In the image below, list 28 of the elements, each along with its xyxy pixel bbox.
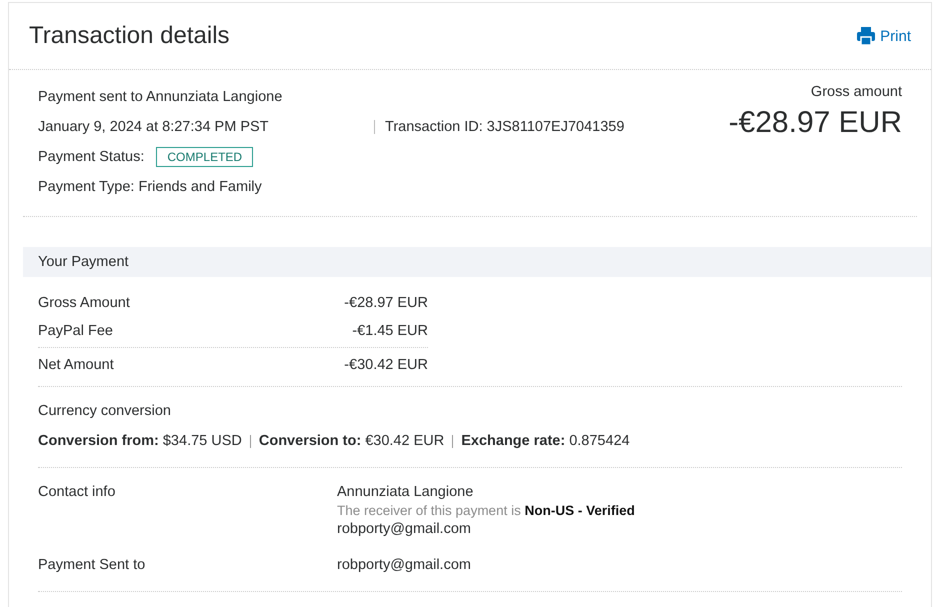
amount-value: -€30.42 EUR bbox=[344, 357, 428, 373]
amount-label: Net Amount bbox=[38, 357, 114, 373]
conversion-heading: Currency conversion bbox=[38, 403, 172, 419]
amount-value: -€1.45 EUR bbox=[352, 323, 428, 339]
amount-label: Gross Amount bbox=[38, 295, 130, 311]
receiver-note: The receiver of this payment is Non-US - Verified bbox=[337, 503, 635, 518]
payee-text: Payment sent to Annunziata Langione bbox=[38, 88, 284, 107]
amount-label: PayPal Fee bbox=[38, 323, 113, 339]
conversion-detail: Exchange rate: 0.875424 bbox=[452, 434, 638, 448]
status-badge: COMPLETED bbox=[156, 147, 254, 167]
contact-label: Contact info bbox=[38, 484, 116, 502]
gross-amount: -€28.97 EUR bbox=[728, 106, 902, 140]
gross-label: Gross amount bbox=[810, 84, 902, 100]
payment-type: Payment Type: Friends and Family bbox=[38, 178, 263, 197]
page-title: Transaction details bbox=[29, 22, 230, 50]
sent-to-label: Payment Sent to bbox=[38, 557, 146, 573]
sent-to-email: robporty@gmail.com bbox=[337, 557, 471, 573]
transaction-id: Transaction ID: 3JS81107EJ7041359 bbox=[374, 120, 624, 134]
print-link[interactable]: Print bbox=[856, 26, 911, 46]
contact-name: Annunziata Langione bbox=[337, 484, 474, 500]
printer-icon bbox=[856, 26, 876, 46]
contact-email: robporty@gmail.com bbox=[337, 521, 472, 537]
conversion-detail: Conversion to: €30.42 EUR bbox=[250, 434, 452, 448]
status-label: Payment Status: bbox=[38, 149, 144, 165]
amount-value: -€28.97 EUR bbox=[344, 295, 428, 311]
date-text: January 9, 2024 at 8:27:34 PM PST bbox=[38, 119, 270, 135]
section-title: Your Payment bbox=[38, 254, 129, 270]
conversion-detail: Conversion from: $34.75 USD bbox=[38, 433, 243, 449]
